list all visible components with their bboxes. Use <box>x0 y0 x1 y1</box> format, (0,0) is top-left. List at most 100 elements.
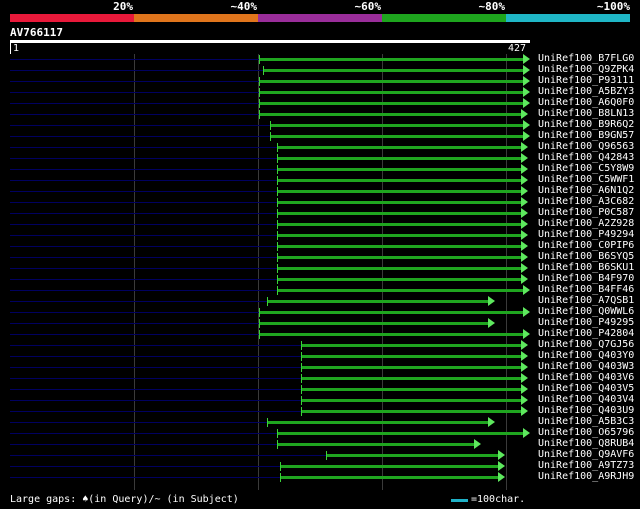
hit-label-link[interactable]: UniRef100_A2Z928 <box>538 218 634 229</box>
hit-bar[interactable] <box>259 311 523 314</box>
hit-bar[interactable] <box>277 168 521 171</box>
arrow-right-icon <box>523 65 530 75</box>
query-start-mark <box>10 43 11 54</box>
hit-label-link[interactable]: UniRef100_B9GN57 <box>538 130 634 141</box>
hit-bar[interactable] <box>277 432 523 435</box>
hit-bar[interactable] <box>277 223 521 226</box>
arrow-right-icon <box>521 109 528 119</box>
hit-bar[interactable] <box>280 476 498 479</box>
hit-start-mark <box>277 264 278 273</box>
hit-label-link[interactable]: UniRef100_B6SKU1 <box>538 262 634 273</box>
hit-bar[interactable] <box>280 465 498 468</box>
hit-label-link[interactable]: UniRef100_Q403V5 <box>538 383 634 394</box>
hit-label-link[interactable]: UniRef100_Q403V6 <box>538 372 634 383</box>
hit-label-link[interactable]: UniRef100_A5B3C3 <box>538 416 634 427</box>
hit-label-link[interactable]: UniRef100_P49295 <box>538 317 634 328</box>
hit-row[interactable]: UniRef100_A9RJH9 <box>10 471 640 483</box>
hit-label-link[interactable]: UniRef100_A6Q0F0 <box>538 97 634 108</box>
query-baseline <box>10 422 267 423</box>
hit-label-link[interactable]: UniRef100_P49294 <box>538 229 634 240</box>
hit-label-link[interactable]: UniRef100_Q7GJ56 <box>538 339 634 350</box>
hit-bar[interactable] <box>259 91 523 94</box>
hit-label-link[interactable]: UniRef100_C5Y8W9 <box>538 163 634 174</box>
hit-label-link[interactable]: UniRef100_C0PIP6 <box>538 240 634 251</box>
query-baseline <box>10 345 301 346</box>
legend-color-segment <box>134 14 258 22</box>
query-baseline <box>10 92 259 93</box>
hit-label-link[interactable]: UniRef100_Q96563 <box>538 141 634 152</box>
hit-label-link[interactable]: UniRef100_Q8RUB4 <box>538 438 634 449</box>
hit-label-link[interactable]: UniRef100_A9RJH9 <box>538 471 634 482</box>
hit-label-link[interactable]: UniRef100_A5BZY3 <box>538 86 634 97</box>
hit-bar[interactable] <box>301 410 521 413</box>
hit-label-link[interactable]: UniRef100_A3C682 <box>538 196 634 207</box>
hit-label-link[interactable]: UniRef100_B7FLG0 <box>538 53 634 64</box>
hit-bar[interactable] <box>259 80 523 83</box>
hit-bar[interactable] <box>301 344 521 347</box>
hit-label-link[interactable]: UniRef100_B4FF46 <box>538 284 634 295</box>
hit-label-link[interactable]: UniRef100_A6N1Q2 <box>538 185 634 196</box>
hit-label-link[interactable]: UniRef100_Q403W3 <box>538 361 634 372</box>
hit-label-link[interactable]: UniRef100_C5WWF1 <box>538 174 634 185</box>
hit-label-link[interactable]: UniRef100_B8LN13 <box>538 108 634 119</box>
hit-bar[interactable] <box>301 377 521 380</box>
hit-bar[interactable] <box>301 366 521 369</box>
hit-bar[interactable] <box>277 146 521 149</box>
hit-label-link[interactable]: UniRef100_Q0WWL6 <box>538 306 634 317</box>
hit-bar[interactable] <box>277 201 521 204</box>
hit-bar[interactable] <box>301 388 521 391</box>
arrow-right-icon <box>523 428 530 438</box>
legend-label: ~100% <box>596 0 630 13</box>
legend-color-segment <box>258 14 382 22</box>
hit-bar[interactable] <box>277 278 521 281</box>
hit-start-mark <box>267 418 268 427</box>
hit-label-link[interactable]: UniRef100_Q9AVF6 <box>538 449 634 460</box>
hit-label-link[interactable]: UniRef100_Q403V4 <box>538 394 634 405</box>
hit-bar[interactable] <box>277 212 521 215</box>
hit-bar[interactable] <box>301 355 521 358</box>
hit-label-link[interactable]: UniRef100_Q9ZPK4 <box>538 64 634 75</box>
hit-bar[interactable] <box>277 443 474 446</box>
hit-bar[interactable] <box>277 190 521 193</box>
hit-bar[interactable] <box>277 157 521 160</box>
hit-bar[interactable] <box>259 102 523 105</box>
hit-bar[interactable] <box>277 245 521 248</box>
hit-bar[interactable] <box>263 69 523 72</box>
hit-label-link[interactable]: UniRef100_A9TZ73 <box>538 460 634 471</box>
query-baseline <box>10 455 326 456</box>
query-baseline <box>10 114 259 115</box>
hit-label-link[interactable]: UniRef100_Q403Y0 <box>538 350 634 361</box>
hit-start-mark <box>267 297 268 306</box>
hit-bar[interactable] <box>326 454 498 457</box>
hit-bar[interactable] <box>277 179 521 182</box>
hit-label-link[interactable]: UniRef100_B9R6Q2 <box>538 119 634 130</box>
hit-bar[interactable] <box>270 135 523 138</box>
hit-bar[interactable] <box>267 421 488 424</box>
hit-label-link[interactable]: UniRef100_O65796 <box>538 427 634 438</box>
query-baseline <box>10 125 270 126</box>
hit-bar[interactable] <box>259 113 521 116</box>
hit-label-link[interactable]: UniRef100_B6SYQ5 <box>538 251 634 262</box>
hit-bar[interactable] <box>259 322 488 325</box>
hit-bar[interactable] <box>301 399 521 402</box>
hit-bar[interactable] <box>277 289 523 292</box>
query-baseline <box>10 389 301 390</box>
hit-bar[interactable] <box>277 256 521 259</box>
hit-bar[interactable] <box>259 333 523 336</box>
hit-bar[interactable] <box>277 234 521 237</box>
hit-label-link[interactable]: UniRef100_P0C587 <box>538 207 634 218</box>
hit-start-mark <box>301 396 302 405</box>
hit-label-link[interactable]: UniRef100_B4F970 <box>538 273 634 284</box>
hit-label-link[interactable]: UniRef100_Q42843 <box>538 152 634 163</box>
hit-bar[interactable] <box>277 267 521 270</box>
query-baseline <box>10 213 277 214</box>
hit-label-link[interactable]: UniRef100_P93111 <box>538 75 634 86</box>
hit-bar[interactable] <box>259 58 523 61</box>
hit-label-link[interactable]: UniRef100_A7QSB1 <box>538 295 634 306</box>
hit-bar[interactable] <box>270 124 523 127</box>
hit-start-mark <box>280 473 281 482</box>
legend-label: ~60% <box>354 0 382 13</box>
hit-label-link[interactable]: UniRef100_Q403U9 <box>538 405 634 416</box>
hit-bar[interactable] <box>267 300 488 303</box>
hit-label-link[interactable]: UniRef100_P42804 <box>538 328 634 339</box>
